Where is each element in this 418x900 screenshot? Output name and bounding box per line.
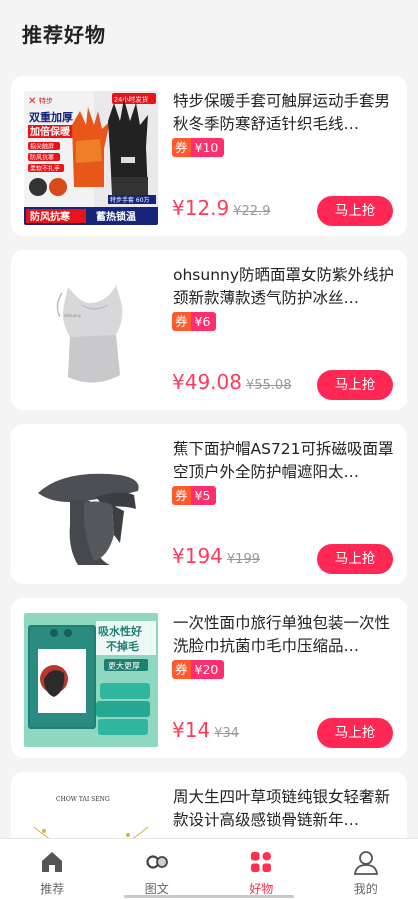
user-icon [353,851,378,875]
tab-label: 推荐 [40,882,65,896]
svg-text:吸水性好: 吸水性好 [98,624,142,638]
coupon-tag: 券 [172,486,191,505]
product-card[interactable]: 吸水性好 不掉毛 更大更厚 一次性面巾旅行单独包装一次性洗脸巾抗菌巾毛巾压缩品…… [11,598,407,758]
price-block: ¥14 ¥34 [172,718,239,742]
coupon-badge: 券 ¥20 [172,660,225,679]
product-list[interactable]: ✕ 特步 24小时发货 双重加厚 加倍保暖 指尖触屏 防风抗寒 柔软不扎手 特步… [0,66,418,838]
original-price: ¥55.08 [245,378,292,393]
home-indicator [124,895,294,898]
tab-goods[interactable]: 好物 [209,839,314,900]
home-icon [42,852,63,872]
svg-text:防风抗寒: 防风抗寒 [30,154,54,162]
tab-recommend[interactable]: 推荐 [0,839,105,900]
tab-label: 我的 [353,882,378,896]
svg-text:CHOW TAI SENG: CHOW TAI SENG [56,796,110,803]
buy-now-button[interactable]: 马上抢 [317,370,393,400]
product-card[interactable]: ohsunny ohsunny防晒面罩女防紫外线护颈新款薄款透气防护冰丝… 券 … [11,250,407,410]
product-title[interactable]: 蕉下面护帽AS721可拆磁吸面罩空顶户外全防护帽遮阳太… [173,438,395,484]
svg-text:特步: 特步 [39,96,53,105]
product-title[interactable]: 特步保暖手套可触屏运动手套男秋冬季防寒舒适针织毛线… [173,90,395,136]
coupon-tag: 券 [172,138,191,157]
coupon-tag: 券 [172,312,191,331]
coupon-badge: 券 ¥6 [172,312,217,331]
coupon-badge: 券 ¥5 [172,486,217,505]
image-text-icon [146,855,168,869]
svg-text:指尖触屏: 指尖触屏 [30,143,54,151]
current-price: ¥14 [172,718,211,742]
page-header: 推荐好物 [0,0,418,66]
coupon-value: ¥20 [190,660,225,679]
coupon-badge: 券 ¥10 [172,138,225,157]
tab-mine[interactable]: 我的 [314,839,418,900]
product-title[interactable]: 周大生四叶草项链纯银女轻奢新款设计高级感锁骨链新年… [173,786,395,832]
svg-text:✕: ✕ [28,96,36,107]
svg-text:ohsunny: ohsunny [64,313,82,318]
current-price: ¥49.08 [172,370,242,394]
product-title[interactable]: 一次性面巾旅行单独包装一次性洗脸巾抗菌巾毛巾压缩品… [173,612,395,658]
buy-now-button[interactable]: 马上抢 [317,196,393,226]
price-block: ¥194 ¥199 [172,544,260,568]
svg-text:防风抗寒: 防风抗寒 [30,210,71,223]
svg-text:蓄热锁温: 蓄热锁温 [96,210,136,223]
tab-image-text[interactable]: 图文 [105,839,210,900]
product-image-sun-hat[interactable] [24,439,158,573]
original-price: ¥199 [226,552,260,567]
buy-now-button[interactable]: 马上抢 [317,544,393,574]
svg-text:更大更厚: 更大更厚 [108,661,140,671]
svg-text:双重加厚: 双重加厚 [29,110,73,124]
page-title: 推荐好物 [22,22,106,47]
product-card[interactable]: ✕ 特步 24小时发货 双重加厚 加倍保暖 指尖触屏 防风抗寒 柔软不扎手 特步… [11,76,407,236]
buy-now-button[interactable]: 马上抢 [317,718,393,748]
bottom-tab-bar: 推荐 图文 好物 我的 [0,838,418,900]
coupon-value: ¥5 [190,486,217,505]
product-image-gloves[interactable]: ✕ 特步 24小时发货 双重加厚 加倍保暖 指尖触屏 防风抗寒 柔软不扎手 特步… [24,91,158,225]
product-title[interactable]: ohsunny防晒面罩女防紫外线护颈新款薄款透气防护冰丝… [173,264,395,310]
svg-text:不掉毛: 不掉毛 [106,639,139,653]
coupon-value: ¥10 [190,138,225,157]
original-price: ¥34 [214,726,240,741]
current-price: ¥194 [172,544,223,568]
current-price: ¥12.9 [172,196,230,220]
price-block: ¥49.08 ¥55.08 [172,370,291,394]
product-card[interactable]: 蕉下面护帽AS721可拆磁吸面罩空顶户外全防护帽遮阳太… 券 ¥5 ¥194 ¥… [11,424,407,584]
goods-grid-icon [251,852,272,872]
original-price: ¥22.9 [233,204,271,219]
product-image-necklace[interactable]: CHOW TAI SENG [24,787,158,838]
price-block: ¥12.9 ¥22.9 [172,196,270,220]
product-image-face-mask[interactable]: ohsunny [24,265,158,399]
coupon-tag: 券 [172,660,191,679]
product-image-face-towel[interactable]: 吸水性好 不掉毛 更大更厚 [24,613,158,747]
svg-text:柔软不扎手: 柔软不扎手 [30,165,60,173]
coupon-value: ¥6 [190,312,217,331]
svg-text:24小时发货: 24小时发货 [114,95,149,104]
svg-text:加倍保暖: 加倍保暖 [29,125,71,138]
svg-text:特步手套 60万: 特步手套 60万 [110,196,150,204]
product-card[interactable]: CHOW TAI SENG 周大生四叶草项链纯银女轻奢新款设计高级感锁骨链新年… [11,772,407,838]
